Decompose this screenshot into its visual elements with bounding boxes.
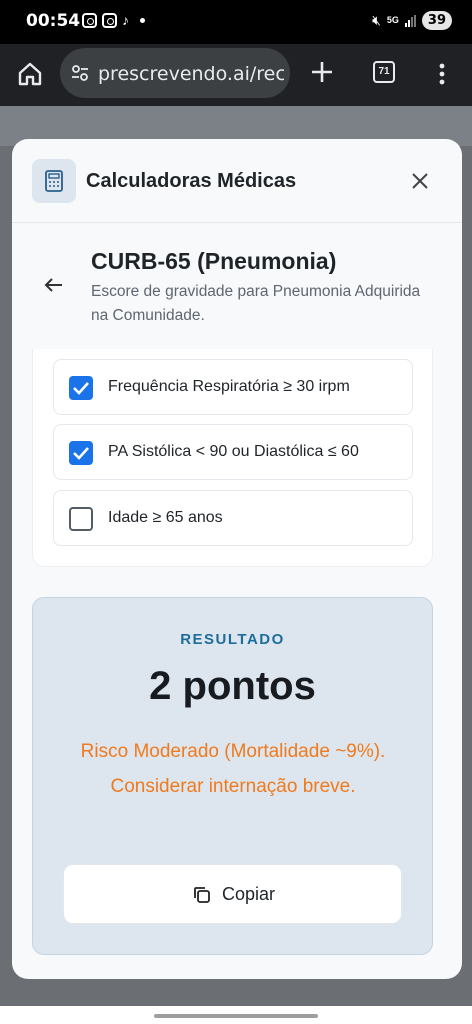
criterion-label: Idade ≥ 65 anos: [108, 509, 223, 526]
result-card: RESULTADO 2 pontos Risco Moderado (Morta…: [32, 597, 433, 955]
home-gesture-pill[interactable]: [154, 1014, 318, 1018]
checkbox-checked[interactable]: [69, 376, 93, 400]
calculator-modal: Calculadoras Médicas CURB-65 (Pneumonia)…: [12, 139, 462, 979]
site-settings-icon[interactable]: [70, 63, 90, 83]
gesture-bar: [0, 1006, 472, 1024]
criterion-item[interactable]: Frequência Respiratória ≥ 30 irpm: [53, 359, 413, 415]
url-text[interactable]: prescrevendo.ai/reco: [98, 63, 284, 85]
criterion-item[interactable]: Idade ≥ 65 anos: [53, 490, 413, 546]
browser-toolbar: prescrevendo.ai/reco 71: [0, 44, 472, 106]
instagram-icon: [82, 12, 97, 28]
notification-icons: ♪: [82, 12, 145, 28]
modal-header: Calculadoras Médicas: [12, 139, 462, 223]
criterion-label: Frequência Respiratória ≥ 30 irpm: [108, 378, 350, 395]
network-type: 5G: [386, 15, 399, 25]
checkbox-checked[interactable]: [69, 441, 93, 465]
system-icons: 🔇︎ 5G 39: [372, 11, 452, 30]
calculator-title: CURB-65 (Pneumonia): [91, 248, 337, 274]
home-icon[interactable]: [16, 60, 44, 88]
calculator-description: Escore de gravidade para Pneumonia Adqui…: [91, 283, 421, 324]
battery-level: 39: [421, 11, 452, 30]
signal-icon: [404, 14, 416, 27]
instagram-icon: [102, 12, 117, 28]
copy-icon: [194, 886, 210, 903]
criteria-list: Frequência Respiratória ≥ 30 irpm PA Sis…: [32, 349, 433, 567]
result-label: RESULTADO: [180, 631, 285, 648]
criterion-item[interactable]: PA Sistólica < 90 ou Diastólica ≤ 60: [53, 424, 413, 480]
close-icon[interactable]: [408, 169, 432, 193]
criterion-label: PA Sistólica < 90 ou Diastólica ≤ 60: [108, 443, 359, 460]
more-vert-icon[interactable]: [432, 60, 452, 88]
checkbox-unchecked[interactable]: [69, 507, 93, 531]
back-arrow-icon[interactable]: [42, 273, 66, 297]
tiktok-icon: ♪: [122, 12, 129, 28]
address-bar[interactable]: prescrevendo.ai/reco: [60, 48, 290, 98]
mute-icon: 🔇︎: [372, 12, 381, 28]
copy-button-label: Copiar: [221, 884, 276, 904]
status-time: 00:54: [26, 11, 81, 31]
risk-interpretation: Risco Moderado (Mortalidade ~9%). Consid…: [80, 741, 386, 797]
result-score: 2 pontos: [149, 664, 316, 708]
tab-switcher-button[interactable]: 71: [373, 61, 395, 83]
calculator-icon: [32, 159, 76, 203]
more-notifications-dot: [140, 17, 145, 23]
status-bar: 00:54 ♪ 🔇︎ 5G 39: [0, 0, 472, 44]
modal-title: Calculadoras Médicas: [86, 170, 297, 192]
new-tab-icon[interactable]: [308, 58, 336, 86]
copy-button[interactable]: Copiar: [63, 864, 402, 924]
